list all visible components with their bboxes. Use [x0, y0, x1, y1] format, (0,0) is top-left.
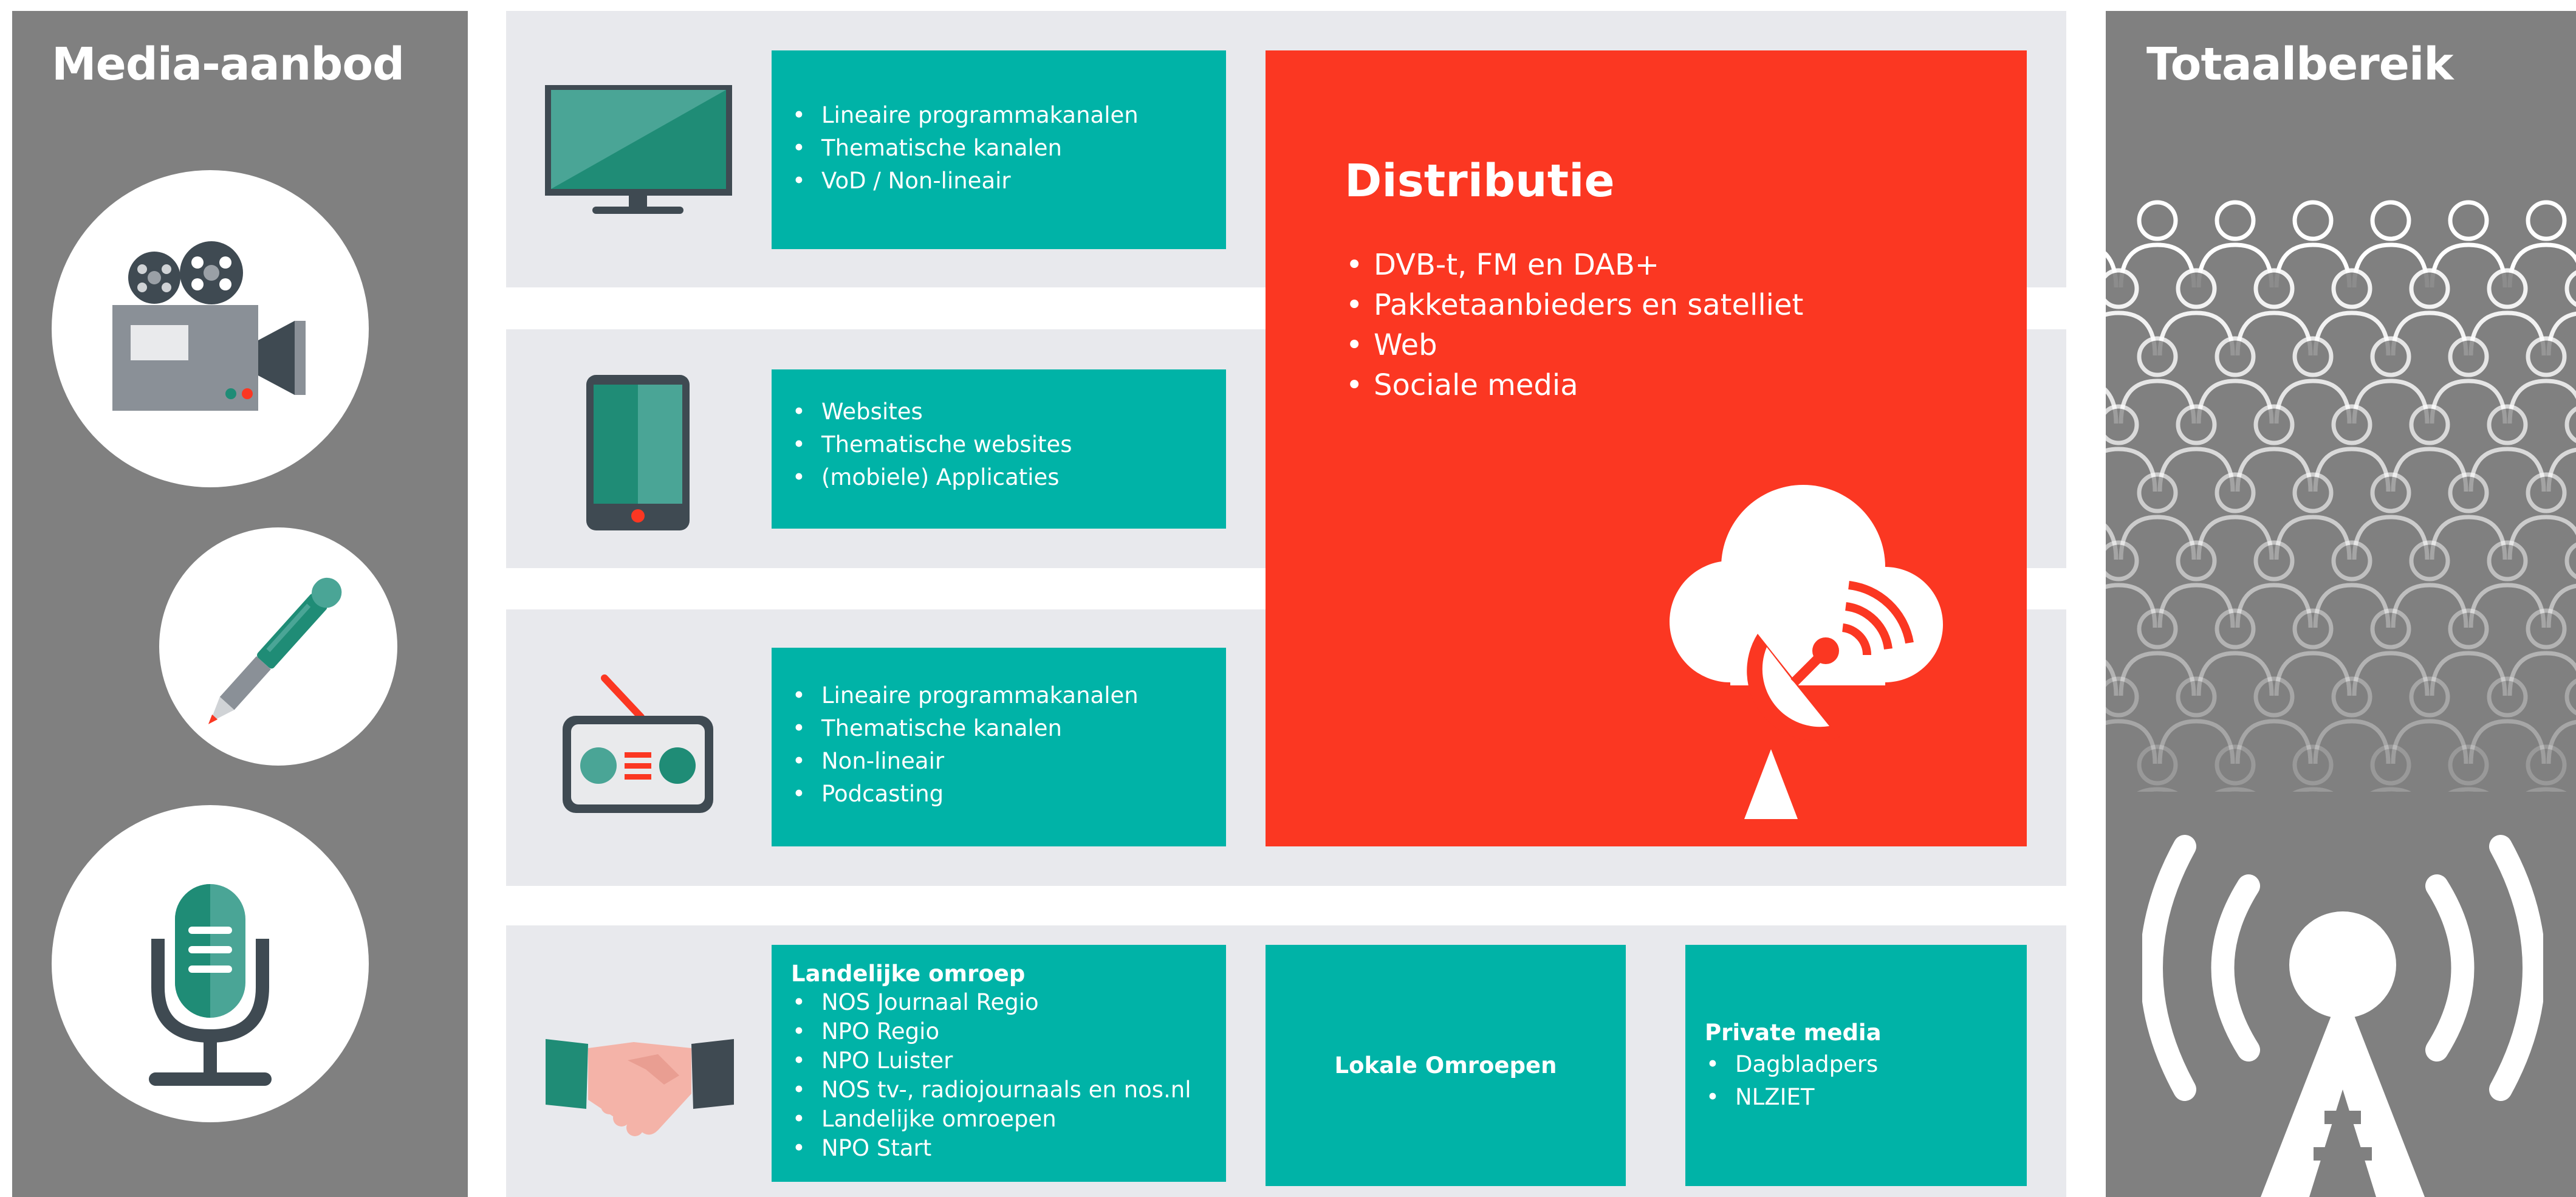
distributie-box: Distributie DVB-t, FM en DAB+ Pakketaanb…	[1266, 50, 2027, 846]
media-aanbod-title: Media-aanbod	[52, 38, 405, 91]
radio-item: Thematische kanalen	[791, 712, 1226, 745]
lokale-omroepen-box: Lokale Omroepen	[1266, 945, 1626, 1186]
landelijke-item: NPO Luister	[791, 1046, 1226, 1075]
totaalbereik-title: Totaalbereik	[2146, 38, 2454, 91]
lokale-omroepen-title: Lokale Omroepen	[1334, 1052, 1557, 1079]
distributie-item: DVB-t, FM en DAB+	[1345, 245, 1803, 285]
pen-icon	[208, 577, 342, 724]
media-aanbod-panel: Media-aanbod	[12, 11, 468, 1197]
landelijke-omroep-box: Landelijke omroep NOS Journaal Regio NPO…	[772, 945, 1226, 1182]
pen-circle	[159, 527, 397, 766]
microphone-icon	[149, 884, 272, 1086]
landelijke-omroep-title: Landelijke omroep	[791, 961, 1026, 987]
private-media-title: Private media	[1705, 1020, 1882, 1046]
tablet-icon	[586, 375, 690, 530]
radio-box: Lineaire programmakanalen Thematische ka…	[772, 648, 1226, 846]
online-item: (mobiele) Applicaties	[791, 461, 1226, 494]
cloud-satellite-icon	[1670, 485, 1943, 819]
film-camera-icon	[112, 241, 306, 411]
audience-crowd-icon	[2106, 200, 2576, 792]
online-item: Websites	[791, 396, 1226, 428]
tv-channels-box: Lineaire programmakanalen Thematische ka…	[772, 50, 1226, 249]
tv-item: Thematische kanalen	[791, 132, 1226, 165]
radio-item: Lineaire programmakanalen	[791, 679, 1226, 712]
tv-item: VoD / Non-lineair	[791, 165, 1226, 197]
radio-item: Non-lineair	[791, 745, 1226, 778]
online-item: Thematische websites	[791, 428, 1226, 461]
microphone-circle	[52, 805, 369, 1122]
handshake-icon	[546, 1039, 734, 1136]
private-item: NLZIET	[1705, 1081, 2027, 1114]
totaalbereik-panel: Totaalbereik	[2106, 11, 2576, 1197]
distributie-item: Web	[1345, 325, 1803, 365]
distributie-item: Pakketaanbieders en satelliet	[1345, 285, 1803, 325]
landelijke-item: NOS Journaal Regio	[791, 988, 1226, 1017]
private-item: Dagbladpers	[1705, 1048, 2027, 1081]
television-icon	[545, 85, 732, 214]
landelijke-item: NPO Start	[791, 1134, 1226, 1163]
broadcast-tower-icon	[2142, 835, 2543, 1197]
tv-item: Lineaire programmakanalen	[791, 99, 1226, 132]
online-box: Websites Thematische websites (mobiele) …	[772, 369, 1226, 529]
landelijke-item: NPO Regio	[791, 1017, 1226, 1046]
film-camera-circle	[52, 170, 369, 487]
distributie-item: Sociale media	[1345, 365, 1803, 405]
landelijke-item: NOS tv-, radiojournaals en nos.nl	[791, 1075, 1226, 1105]
private-media-box: Private media Dagbladpers NLZIET	[1685, 945, 2027, 1186]
distributie-title: Distributie	[1345, 155, 1615, 207]
landelijke-item: Landelijke omroepen	[791, 1105, 1226, 1134]
radio-icon	[563, 674, 713, 813]
distributie-list: DVB-t, FM en DAB+ Pakketaanbieders en sa…	[1345, 245, 1803, 405]
radio-item: Podcasting	[791, 778, 1226, 811]
